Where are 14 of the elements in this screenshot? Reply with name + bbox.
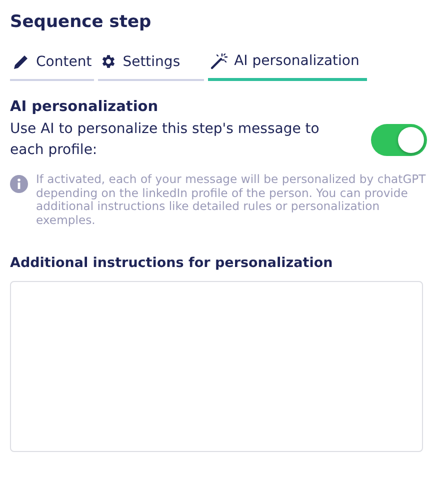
- gear-icon: [100, 53, 117, 70]
- tab[interactable]: AI personalization: [208, 46, 368, 81]
- tab[interactable]: Settings: [98, 46, 204, 81]
- field-label: Additional instructions for personalization: [10, 255, 334, 271]
- tab[interactable]: Content: [10, 46, 94, 81]
- magic-wand-icon: [210, 52, 228, 70]
- info-icon: [10, 175, 28, 193]
- info-text: If activated, each of your message will be personalized by chatGPT depending on the linkedIn profile of the person. You can provide additional instructions like detailed rules or personalization exemples.: [36, 173, 427, 227]
- section-heading: AI personalization: [10, 99, 160, 115]
- panel-title: Sequence step: [10, 12, 152, 32]
- pencil-icon: [12, 52, 30, 70]
- instructions-field[interactable]: [10, 281, 423, 452]
- toggle-label: Use AI to personalize this step's message to each profile:: [10, 120, 320, 160]
- toggle-switch[interactable]: [371, 124, 427, 156]
